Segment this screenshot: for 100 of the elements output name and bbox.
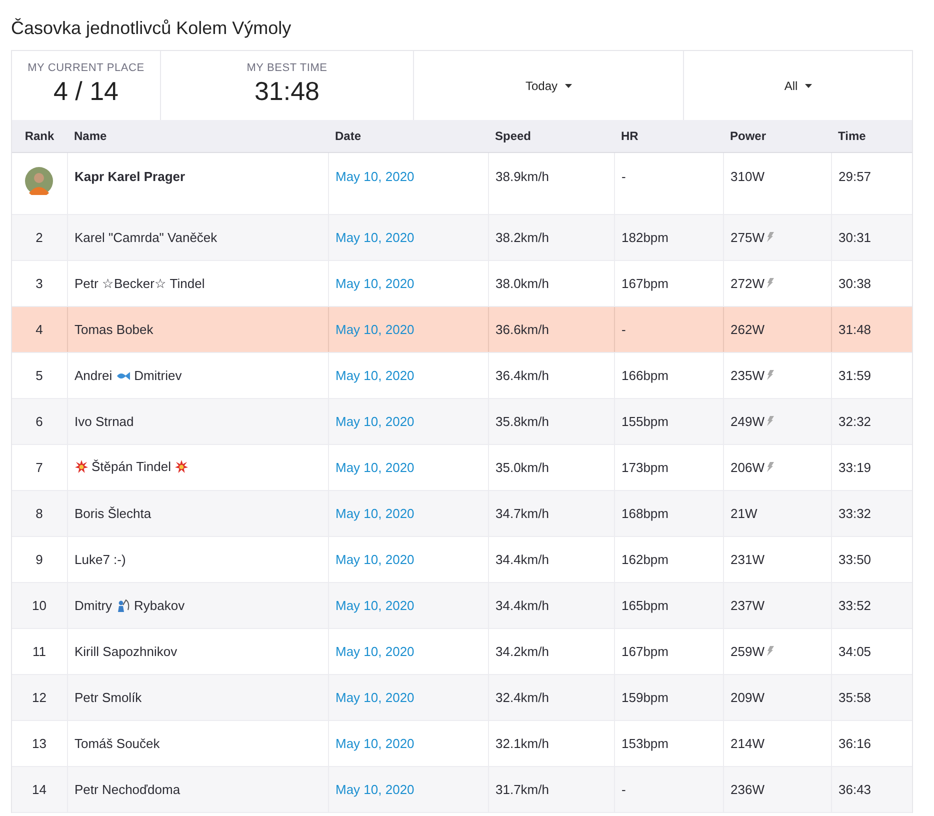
table-row[interactable]: 2 Karel "Camrda" Vaněček May 10, 2020 38.2km/h 182bpm 275W 30:31 bbox=[12, 214, 912, 260]
table-row[interactable]: 6 Ivo Strnad May 10, 2020 35.8km/h 155bpm 249W 32:32 bbox=[12, 398, 912, 444]
rank-number: 3 bbox=[36, 276, 43, 291]
athlete-name[interactable]: Karel "Camrda" Vaněček bbox=[74, 230, 218, 245]
athlete-name[interactable]: Dmitriev bbox=[134, 368, 182, 383]
athlete-name[interactable]: Petr ☆Becker☆ Tindel bbox=[74, 276, 205, 291]
table-row[interactable]: 9 Luke7 :-) May 10, 2020 34.4km/h 162bpm 231W 33:50 bbox=[12, 536, 912, 582]
heart-rate-value: 162bpm bbox=[622, 552, 668, 567]
table-row[interactable]: 3 Petr ☆Becker☆ Tindel May 10, 2020 38.0km/h 167bpm 272W 30:38 bbox=[12, 260, 912, 306]
rank-number: 5 bbox=[36, 368, 43, 383]
burst-icon bbox=[175, 460, 188, 473]
page-title: Časovka jednotlivců Kolem Výmoly bbox=[11, 17, 292, 40]
rank-number: 14 bbox=[32, 782, 46, 797]
fish-icon bbox=[116, 370, 130, 382]
table-row[interactable]: 13 Tomáš Souček May 10, 2020 32.1km/h 153bpm 214W 36:16 bbox=[12, 720, 912, 766]
date-link[interactable]: May 10, 2020 bbox=[336, 736, 414, 751]
rank-number: 11 bbox=[32, 644, 46, 659]
time-value: 33:19 bbox=[838, 460, 872, 475]
athlete-name[interactable]: Andrei bbox=[74, 368, 112, 383]
heart-rate-value: 173bpm bbox=[622, 460, 668, 475]
table-row[interactable]: 10 Dmitry Rybakov May 10, 2020 34.4km/h 165bpm 237W 33:52 bbox=[12, 582, 912, 628]
heart-rate-value: 167bpm bbox=[622, 644, 668, 659]
rank-number: 9 bbox=[36, 552, 43, 567]
power-value: 275W bbox=[730, 230, 764, 245]
heart-rate-value: 159bpm bbox=[622, 690, 668, 705]
power-value: 262W bbox=[730, 322, 764, 337]
time-value: 33:32 bbox=[838, 506, 872, 521]
heart-rate-value: - bbox=[622, 322, 626, 337]
speed-value: 31.7km/h bbox=[496, 782, 549, 797]
rank-number: 4 bbox=[36, 322, 43, 337]
table-row[interactable]: 8 Boris Šlechta May 10, 2020 34.7km/h 168bpm 21W 33:32 bbox=[12, 490, 912, 536]
avatar bbox=[25, 167, 54, 195]
power-value: 310W bbox=[730, 169, 764, 184]
time-value: 33:50 bbox=[838, 552, 872, 567]
speed-value: 32.4km/h bbox=[496, 690, 549, 705]
burst-icon bbox=[74, 460, 88, 473]
rank-number: 13 bbox=[32, 736, 46, 751]
heart-rate-value: 168bpm bbox=[622, 506, 668, 521]
athlete-name[interactable]: Petr Nechoďdoma bbox=[74, 782, 180, 797]
speed-value: 38.2km/h bbox=[496, 230, 549, 245]
power-value: 231W bbox=[730, 552, 764, 567]
date-link[interactable]: May 10, 2020 bbox=[336, 169, 414, 184]
table-row[interactable]: 11 Kirill Sapozhnikov May 10, 2020 34.2km/h 167bpm 259W 34:05 bbox=[12, 628, 912, 674]
date-link[interactable]: May 10, 2020 bbox=[336, 552, 414, 567]
athlete-name[interactable]: Luke7 :-) bbox=[74, 552, 126, 567]
date-link[interactable]: May 10, 2020 bbox=[336, 276, 414, 291]
power-value: 235W bbox=[730, 368, 764, 383]
athlete-name[interactable]: Dmitry bbox=[74, 598, 112, 613]
stat-label: MY CURRENT PLACE bbox=[26, 62, 146, 74]
date-link[interactable]: May 10, 2020 bbox=[336, 368, 414, 383]
caret-icon bbox=[804, 84, 812, 88]
fishing-person-icon bbox=[116, 598, 130, 612]
speed-value: 34.2km/h bbox=[496, 644, 549, 659]
heart-rate-value: 167bpm bbox=[622, 276, 668, 291]
table-row[interactable]: 12 Petr Smolík May 10, 2020 32.4km/h 159bpm 209W 35:58 bbox=[12, 674, 912, 720]
speed-value: 35.0km/h bbox=[496, 460, 549, 475]
stat-value: 4 / 14 bbox=[52, 76, 120, 107]
rank-number: 2 bbox=[36, 230, 43, 245]
time-value: 35:58 bbox=[838, 690, 872, 705]
speed-value: 34.4km/h bbox=[496, 552, 549, 567]
athlete-name[interactable]: Kapr Karel Prager bbox=[74, 169, 186, 184]
speed-value: 34.4km/h bbox=[496, 598, 549, 613]
athlete-name[interactable]: Štěpán Tindel bbox=[92, 459, 172, 474]
speed-value: 36.6km/h bbox=[496, 322, 549, 337]
athlete-name[interactable]: Petr Smolík bbox=[74, 690, 142, 705]
time-value: 30:38 bbox=[838, 276, 872, 291]
heart-rate-value: - bbox=[622, 169, 626, 184]
filter-dropdown[interactable]: Today bbox=[519, 74, 578, 96]
speed-value: 38.9km/h bbox=[496, 169, 549, 184]
athlete-name[interactable]: Tomáš Souček bbox=[74, 736, 160, 751]
power-value: 21W bbox=[730, 506, 758, 521]
rank-number: 10 bbox=[32, 598, 46, 613]
table-row[interactable]: 5 Andrei Dmitriev May 10, 2020 36.4km/h 166bpm 235W 31:59 bbox=[12, 352, 912, 398]
athlete-name[interactable]: Ivo Strnad bbox=[74, 414, 134, 429]
heart-rate-value: 166bpm bbox=[622, 368, 668, 383]
power-value: 236W bbox=[730, 782, 764, 797]
date-link[interactable]: May 10, 2020 bbox=[336, 460, 414, 475]
speed-value: 38.0km/h bbox=[496, 276, 549, 291]
table-row[interactable]: 4 Tomas Bobek May 10, 2020 36.6km/h - 262W 31:48 bbox=[12, 306, 912, 352]
time-value: 31:59 bbox=[838, 368, 872, 383]
table-row[interactable]: Kapr Karel Prager May 10, 2020 38.9km/h - 310W 29:57 bbox=[12, 152, 912, 214]
rank-number: 8 bbox=[36, 506, 43, 521]
time-value: 33:52 bbox=[838, 598, 872, 613]
date-link[interactable]: May 10, 2020 bbox=[336, 644, 414, 659]
table-row[interactable]: 14 Petr Nechoďdoma May 10, 2020 31.7km/h - 236W 36:43 bbox=[12, 766, 912, 812]
speed-value: 34.7km/h bbox=[496, 506, 549, 521]
heart-rate-value: 153bpm bbox=[622, 736, 668, 751]
time-value: 30:31 bbox=[838, 230, 872, 245]
power-value: 249W bbox=[730, 414, 764, 429]
athlete-name[interactable]: Tomas Bobek bbox=[74, 322, 154, 337]
rank-number: 12 bbox=[32, 690, 46, 705]
table-row[interactable]: 7 Štěpán Tindel May 10, 2020 35.0km/h 173bpm 206W 33:19 bbox=[12, 444, 912, 490]
athlete-name[interactable]: Kirill Sapozhnikov bbox=[74, 644, 178, 659]
stat-label: MY BEST TIME bbox=[246, 62, 328, 74]
athlete-name[interactable]: Boris Šlechta bbox=[74, 506, 152, 521]
time-value: 36:16 bbox=[838, 736, 872, 751]
heart-rate-value: 182bpm bbox=[622, 230, 668, 245]
athlete-name[interactable]: Rybakov bbox=[134, 598, 185, 613]
filter-dropdown[interactable]: All bbox=[778, 74, 818, 96]
power-value: 272W bbox=[730, 276, 764, 291]
